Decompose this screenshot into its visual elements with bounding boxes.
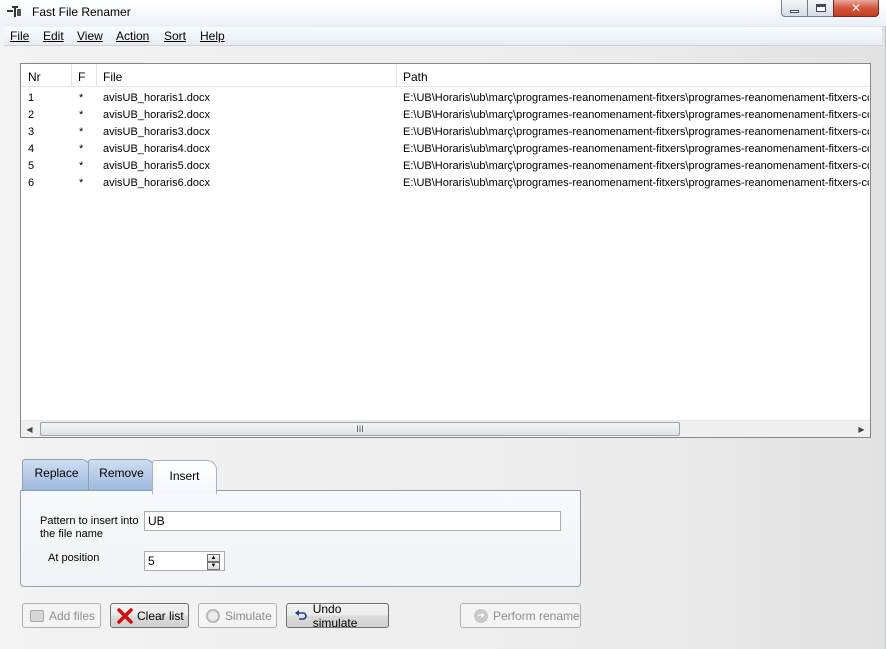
row-nr: 1 xyxy=(28,92,35,104)
menu-file[interactable]: File xyxy=(10,29,29,43)
row-path-cell: E:\UB\Horaris\ub\març\programes-reanomen… xyxy=(403,124,869,141)
row-flag: * xyxy=(79,126,84,138)
row-nr: 4 xyxy=(28,143,35,155)
position-value: 5 xyxy=(148,554,155,568)
spin-buttons: ▲ ▼ xyxy=(207,554,220,570)
row-file: avisUB_horaris5.docx xyxy=(103,160,210,172)
pattern-label: Pattern to insert into the file name xyxy=(40,515,139,540)
row-path-cell: E:\UB\Horaris\ub\març\programes-reanomen… xyxy=(403,175,869,192)
simulate-label: Simulate xyxy=(225,608,272,623)
position-label: At position xyxy=(48,552,100,564)
menu-view[interactable]: View xyxy=(77,29,103,43)
clock-icon xyxy=(205,608,221,624)
pattern-input[interactable]: UB xyxy=(144,511,561,531)
row-file: avisUB_horaris6.docx xyxy=(103,177,210,189)
undo-icon xyxy=(293,608,309,624)
app-window: Fast File Renamer ✕ File Edit View Actio… xyxy=(0,0,886,649)
scroll-grip: III xyxy=(356,424,364,434)
row-path-cell: E:\UB\Horaris\ub\març\programes-reanomen… xyxy=(403,158,869,175)
column-header-f[interactable]: F xyxy=(78,70,85,84)
row-path-cell: E:\UB\Horaris\ub\març\programes-reanomen… xyxy=(403,141,869,158)
column-header-path[interactable]: Path xyxy=(403,70,428,84)
row-flag: * xyxy=(79,160,84,172)
clear-list-label: Clear list xyxy=(137,608,184,623)
row-path: E:\UB\Horaris\ub\març\programes-reanomen… xyxy=(403,92,869,104)
undo-simulate-label: Undo simulate xyxy=(312,601,358,630)
minimize-button[interactable] xyxy=(781,0,808,17)
simulate-button[interactable]: Simulate xyxy=(198,603,277,628)
column-header-nr[interactable]: Nr xyxy=(28,70,41,84)
row-nr: 3 xyxy=(28,126,35,138)
tab-insert[interactable]: Insert xyxy=(152,460,217,494)
tab-remove[interactable]: Remove xyxy=(88,459,155,491)
scroll-thumb[interactable]: III xyxy=(40,422,680,436)
column-divider[interactable] xyxy=(96,64,97,87)
menu-help[interactable]: Help xyxy=(200,29,225,43)
close-icon: ✕ xyxy=(850,1,862,15)
row-flag: * xyxy=(79,109,84,121)
insert-panel: Pattern to insert into the file name UB … xyxy=(20,490,581,587)
row-flag: * xyxy=(79,92,84,104)
window-title: Fast File Renamer xyxy=(32,5,131,19)
scroll-right-arrow-icon[interactable]: ▶ xyxy=(853,421,870,437)
row-path: E:\UB\Horaris\ub\març\programes-reanomen… xyxy=(403,109,869,121)
list-header: Nr F File Path xyxy=(21,64,870,87)
row-file: avisUB_horaris1.docx xyxy=(103,92,210,104)
maximize-icon xyxy=(815,4,826,12)
perform-rename-icon: ➜ xyxy=(473,608,489,624)
row-path: E:\UB\Horaris\ub\març\programes-reanomen… xyxy=(403,143,869,155)
column-divider[interactable] xyxy=(71,64,72,87)
row-file: avisUB_horaris2.docx xyxy=(103,109,210,121)
table-row[interactable]: 5 * avisUB_horaris5.docx E:\UB\Horaris\u… xyxy=(21,158,870,175)
title-bar[interactable]: Fast File Renamer ✕ xyxy=(0,0,886,26)
menu-action[interactable]: Action xyxy=(116,29,149,43)
row-nr: 5 xyxy=(28,160,35,172)
menu-bar: File Edit View Action Sort Help xyxy=(4,27,882,46)
maximize-button[interactable] xyxy=(807,0,834,17)
table-row[interactable]: 1 * avisUB_horaris1.docx E:\UB\Horaris\u… xyxy=(21,90,870,107)
tab-insert-label: Insert xyxy=(169,469,200,483)
perform-rename-label: Perform rename xyxy=(493,608,580,623)
row-nr: 6 xyxy=(28,177,35,189)
perform-rename-button[interactable]: ➜ Perform rename xyxy=(460,603,581,628)
row-path: E:\UB\Horaris\ub\març\programes-reanomen… xyxy=(403,177,869,189)
menu-sort[interactable]: Sort xyxy=(164,29,186,43)
menu-edit[interactable]: Edit xyxy=(43,29,64,43)
column-header-file[interactable]: File xyxy=(103,70,122,84)
table-row[interactable]: 2 * avisUB_horaris2.docx E:\UB\Horaris\u… xyxy=(21,107,870,124)
position-stepper[interactable]: 5 ▲ ▼ xyxy=(144,551,225,571)
tab-replace-label: Replace xyxy=(34,466,79,480)
row-flag: * xyxy=(79,143,84,155)
row-path: E:\UB\Horaris\ub\març\programes-reanomen… xyxy=(403,126,869,138)
file-list[interactable]: Nr F File Path 1 * avisUB_horaris1.docx … xyxy=(20,63,871,438)
tab-remove-label: Remove xyxy=(99,466,144,480)
column-divider[interactable] xyxy=(396,64,397,87)
clear-icon xyxy=(117,607,133,624)
undo-simulate-button[interactable]: Undo simulate xyxy=(286,601,389,630)
horizontal-scrollbar[interactable]: ◀ III ▶ xyxy=(21,420,870,437)
row-path: E:\UB\Horaris\ub\març\programes-reanomen… xyxy=(403,160,869,172)
scroll-left-arrow-icon[interactable]: ◀ xyxy=(21,421,38,437)
table-row[interactable]: 4 * avisUB_horaris4.docx E:\UB\Horaris\u… xyxy=(21,141,870,158)
pattern-value: UB xyxy=(148,514,165,528)
row-file: avisUB_horaris4.docx xyxy=(103,143,210,155)
add-files-icon xyxy=(29,608,45,624)
clear-list-button[interactable]: Clear list xyxy=(110,603,189,628)
row-file: avisUB_horaris3.docx xyxy=(103,126,210,138)
add-files-label: Add files xyxy=(49,608,96,623)
add-files-button[interactable]: Add files xyxy=(22,603,101,628)
row-flag: * xyxy=(79,177,84,189)
spin-up-icon[interactable]: ▲ xyxy=(207,554,220,562)
spin-down-icon[interactable]: ▼ xyxy=(207,562,220,570)
tab-replace[interactable]: Replace xyxy=(22,459,91,491)
app-icon xyxy=(7,6,21,17)
minimize-icon xyxy=(790,9,799,13)
row-nr: 2 xyxy=(28,109,35,121)
row-path-cell: E:\UB\Horaris\ub\març\programes-reanomen… xyxy=(403,107,869,124)
close-button[interactable]: ✕ xyxy=(833,0,879,17)
row-path-cell: E:\UB\Horaris\ub\març\programes-reanomen… xyxy=(403,90,869,107)
table-row[interactable]: 3 * avisUB_horaris3.docx E:\UB\Horaris\u… xyxy=(21,124,870,141)
table-row[interactable]: 6 * avisUB_horaris6.docx E:\UB\Horaris\u… xyxy=(21,175,870,192)
